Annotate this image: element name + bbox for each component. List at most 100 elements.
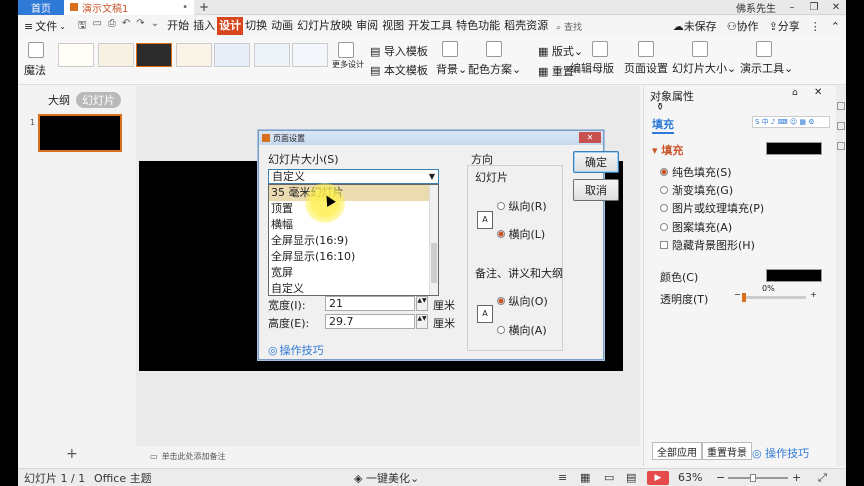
size-option-35mm[interactable]: 35 毫米幻灯片 [269, 185, 438, 201]
size-option-16-10[interactable]: 全屏显示(16:10) [269, 249, 438, 265]
list-scroll-thumb[interactable] [431, 243, 437, 283]
zoom-in-icon[interactable]: + [792, 471, 801, 484]
theme-thumb-3[interactable] [136, 43, 172, 67]
menu-insert[interactable]: 插入 [191, 17, 217, 35]
close-tab-icon[interactable]: • [182, 2, 188, 13]
present-tool-button[interactable]: 演示工具⌄ [740, 60, 793, 76]
notes-bar[interactable]: ▭ 单击此处添加备注 [136, 448, 640, 464]
ok-button[interactable]: 确定 [573, 151, 619, 173]
layout-button[interactable]: ▦ 版式⌄ [538, 43, 583, 59]
zoom-level[interactable]: 63% [678, 471, 702, 484]
color-swatch[interactable] [766, 269, 822, 282]
sidebar-icon-2[interactable] [837, 122, 845, 130]
theme-thumb-4[interactable] [176, 43, 212, 67]
redo-icon[interactable]: ↷ [136, 18, 144, 35]
background-button[interactable]: 背景⌄ [436, 61, 467, 77]
tab-document[interactable]: 演示文稿1 • [64, 0, 194, 15]
restore-icon[interactable]: ❐ [808, 2, 820, 13]
share-button[interactable]: ⇪分享 [769, 18, 800, 34]
theme-thumb-7[interactable] [292, 43, 328, 67]
play-button[interactable]: ▶ [647, 471, 669, 485]
size-option-widescreen[interactable]: 宽屏 [269, 265, 438, 281]
pattern-fill-option[interactable]: 图案填充(A) [660, 219, 732, 235]
unsaved-status[interactable]: ☁未保存 [673, 18, 717, 34]
menu-transition[interactable]: 切换 [243, 17, 269, 35]
slide-size-select[interactable]: 自定义 ▼ [268, 169, 439, 184]
import-template-button[interactable]: ▤ 导入模板 [370, 43, 428, 59]
reset-bg-button[interactable]: 重置背景 [702, 442, 752, 460]
slide-portrait-option[interactable]: 纵向(R) [497, 198, 547, 214]
height-spinner[interactable]: ▲▼ [416, 314, 428, 329]
page-setup-button[interactable]: 页面设置 [624, 60, 668, 76]
sidebar-icon-3[interactable] [837, 142, 845, 150]
beautify-button[interactable]: ◈ 一键美化⌄ [354, 470, 419, 486]
size-option-16-9[interactable]: 全屏显示(16:9) [269, 233, 438, 249]
theme-thumb-2[interactable] [98, 43, 134, 67]
slide-size-icon[interactable] [692, 41, 708, 57]
more-design-icon[interactable] [338, 42, 354, 58]
transparency-plus[interactable]: + [810, 290, 817, 299]
more-icon[interactable]: ⌄ [151, 18, 159, 35]
tab-outline[interactable]: 大纲 [48, 92, 70, 108]
fill-color-swatch[interactable] [766, 142, 822, 155]
slide-thumbnail[interactable] [38, 114, 122, 152]
more-options-icon[interactable]: ⋮ [810, 20, 821, 33]
menu-slideshow[interactable]: 幻灯片放映 [295, 17, 354, 35]
magic-icon[interactable] [28, 42, 44, 58]
close-panel-icon[interactable]: ✕ [814, 87, 822, 98]
menu-review[interactable]: 审阅 [354, 17, 380, 35]
notes-landscape-option[interactable]: 横向(A) [497, 322, 547, 338]
height-input[interactable]: 29.7 [325, 314, 415, 329]
gradient-fill-option[interactable]: 渐变填充(G) [660, 182, 733, 198]
search-box[interactable]: ⌕ 查找 [556, 20, 582, 33]
tips-link[interactable]: ◎ 操作技巧 [752, 445, 809, 461]
collapse-ribbon-icon[interactable]: ⌃ [831, 20, 840, 33]
width-spinner[interactable]: ▲▼ [416, 296, 428, 311]
solid-fill-option[interactable]: 纯色填充(S) [660, 164, 732, 180]
theme-thumb-6[interactable] [254, 43, 290, 67]
menu-home[interactable]: 开始 [165, 17, 191, 35]
hide-bg-option[interactable]: 隐藏背景图形(H) [660, 237, 755, 253]
sidebar-icon-1[interactable] [837, 102, 845, 110]
menu-animation[interactable]: 动画 [269, 17, 295, 35]
slide-size-button[interactable]: 幻灯片大小⌄ [672, 60, 736, 76]
menu-resources[interactable]: 稻壳资源 [502, 17, 550, 35]
menu-view[interactable]: 视图 [380, 17, 406, 35]
undo-icon[interactable]: ↶ [122, 18, 130, 35]
fit-window-icon[interactable]: ⤢ [818, 471, 827, 485]
apply-all-button[interactable]: 全部应用 [652, 442, 702, 460]
color-scheme-button[interactable]: 配色方案⌄ [468, 61, 521, 77]
close-window-icon[interactable]: ✕ [830, 2, 842, 13]
cancel-button[interactable]: 取消 [573, 179, 619, 201]
file-menu[interactable]: ≡ 文件 ⌄ [18, 18, 72, 34]
sorter-view-icon[interactable]: ▦ [580, 471, 590, 484]
size-option-custom[interactable]: 自定义 [269, 281, 438, 295]
menu-developer[interactable]: 开发工具 [406, 17, 454, 35]
tab-slides[interactable]: 幻灯片 [76, 92, 121, 108]
print-icon[interactable]: ⎙ [108, 18, 116, 35]
minimize-icon[interactable]: – [786, 2, 798, 13]
edit-master-button[interactable]: 编辑母版 [570, 60, 614, 76]
slide-landscape-option[interactable]: 横向(L) [497, 226, 545, 242]
transparency-minus[interactable]: − [734, 290, 741, 299]
reset-button[interactable]: ▦ 重置 [538, 63, 574, 79]
zoom-knob[interactable] [750, 474, 756, 482]
theme-thumb-5[interactable] [214, 43, 250, 67]
magic-button[interactable]: 魔法 [24, 62, 46, 78]
tab-fill[interactable]: 填充 [652, 116, 674, 134]
zoom-out-icon[interactable]: − [716, 471, 725, 484]
slider-knob[interactable] [742, 293, 746, 302]
normal-view-icon[interactable]: ≡ [558, 471, 567, 484]
notes-view-icon[interactable]: ▤ [626, 471, 636, 484]
pin-icon[interactable]: ⌂ [792, 88, 798, 98]
add-slide-button[interactable]: + [66, 446, 78, 462]
size-option-overhead[interactable]: 顶置 [269, 201, 438, 217]
picture-fill-option[interactable]: 图片或纹理填充(P) [660, 200, 764, 216]
zoom-slider[interactable] [728, 474, 788, 482]
text-template-button[interactable]: ▤ 本文模板 [370, 62, 428, 78]
dialog-close-icon[interactable]: ✕ [579, 132, 601, 143]
reading-view-icon[interactable]: ▭ [604, 471, 614, 484]
theme-thumb-1[interactable] [58, 43, 94, 67]
collab-button[interactable]: ⚇协作 [727, 18, 759, 34]
menu-design[interactable]: 设计 [217, 17, 244, 35]
